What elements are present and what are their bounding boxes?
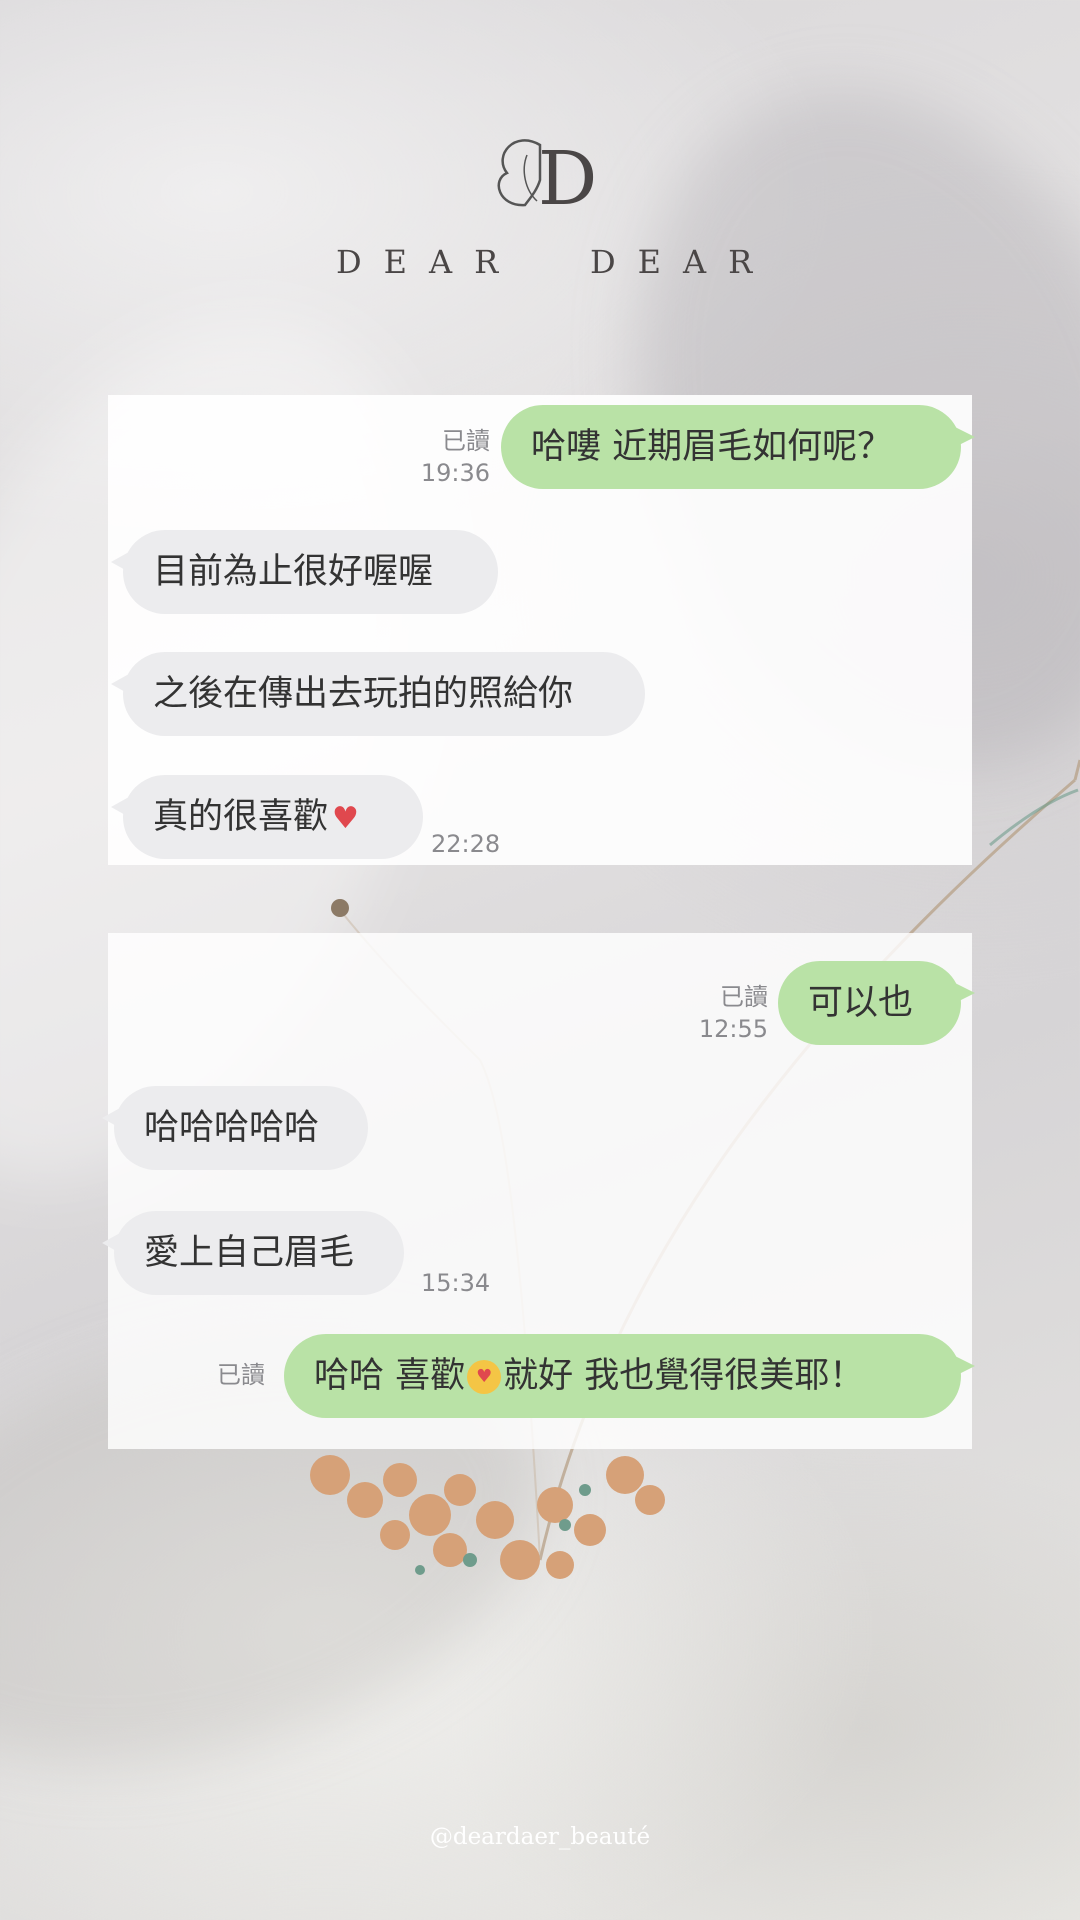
logo-letter: D — [538, 136, 598, 222]
message-time: 12:55 — [698, 1015, 768, 1043]
message-time: 15:34 — [421, 1269, 491, 1297]
chat-screenshot-1: 已讀 19:36 哈嘍 近期眉毛如何呢？ 目前為止很好喔喔 之後在傳出去玩拍的照… — [108, 395, 975, 865]
message-text: 愛上自己眉毛 — [144, 1233, 355, 1273]
sent-message[interactable]: 可以也 — [778, 961, 975, 1045]
chat-screenshot-2: 已讀 12:55 可以也 哈哈哈哈哈 愛上自己眉毛 15:34 已讀 哈哈 喜歡… — [102, 933, 975, 1449]
brand-name-left: DEAR — [336, 243, 521, 281]
sent-message[interactable]: 哈嘍 近期眉毛如何呢？ — [501, 405, 975, 489]
brand-logo: D — [0, 135, 1080, 225]
instagram-handle: @deardaer_beauté — [429, 1824, 651, 1850]
sent-message[interactable]: 哈哈 喜歡 ♥ 就好 我也覺得很美耶！ — [284, 1334, 975, 1418]
received-message[interactable]: 真的很喜歡 ♥ — [111, 775, 423, 859]
heart-icon: ♥ — [332, 801, 359, 836]
received-message[interactable]: 愛上自己眉毛 — [102, 1211, 404, 1295]
message-text: 哈嘍 近期眉毛如何呢？ — [531, 427, 893, 467]
message-time: 22:28 — [431, 830, 501, 858]
message-text: 可以也 — [808, 983, 914, 1023]
read-status: 已讀 12:55 — [686, 981, 768, 1045]
received-message[interactable]: 之後在傳出去玩拍的照給你 — [111, 652, 645, 736]
message-text: 哈哈哈哈哈 — [144, 1108, 320, 1148]
read-status: 已讀 19:36 — [408, 425, 490, 489]
read-status: 已讀 — [203, 1359, 265, 1391]
message-text: 就好 我也覺得很美耶！ — [503, 1356, 865, 1396]
brand-name-right: DEAR — [590, 243, 775, 281]
message-text: 目前為止很好喔喔 — [153, 552, 434, 592]
received-message[interactable]: 目前為止很好喔喔 — [111, 530, 498, 614]
read-label: 已讀 — [720, 983, 768, 1011]
message-text: 真的很喜歡 — [153, 797, 329, 837]
kissing-face-icon: ♥ — [467, 1360, 502, 1394]
read-label: 已讀 — [442, 427, 490, 455]
read-label: 已讀 — [217, 1361, 265, 1389]
received-message[interactable]: 哈哈哈哈哈 — [102, 1086, 368, 1170]
message-text: 哈哈 喜歡 — [314, 1356, 466, 1396]
message-time: 19:36 — [420, 459, 490, 487]
message-text: 之後在傳出去玩拍的照給你 — [153, 674, 574, 714]
